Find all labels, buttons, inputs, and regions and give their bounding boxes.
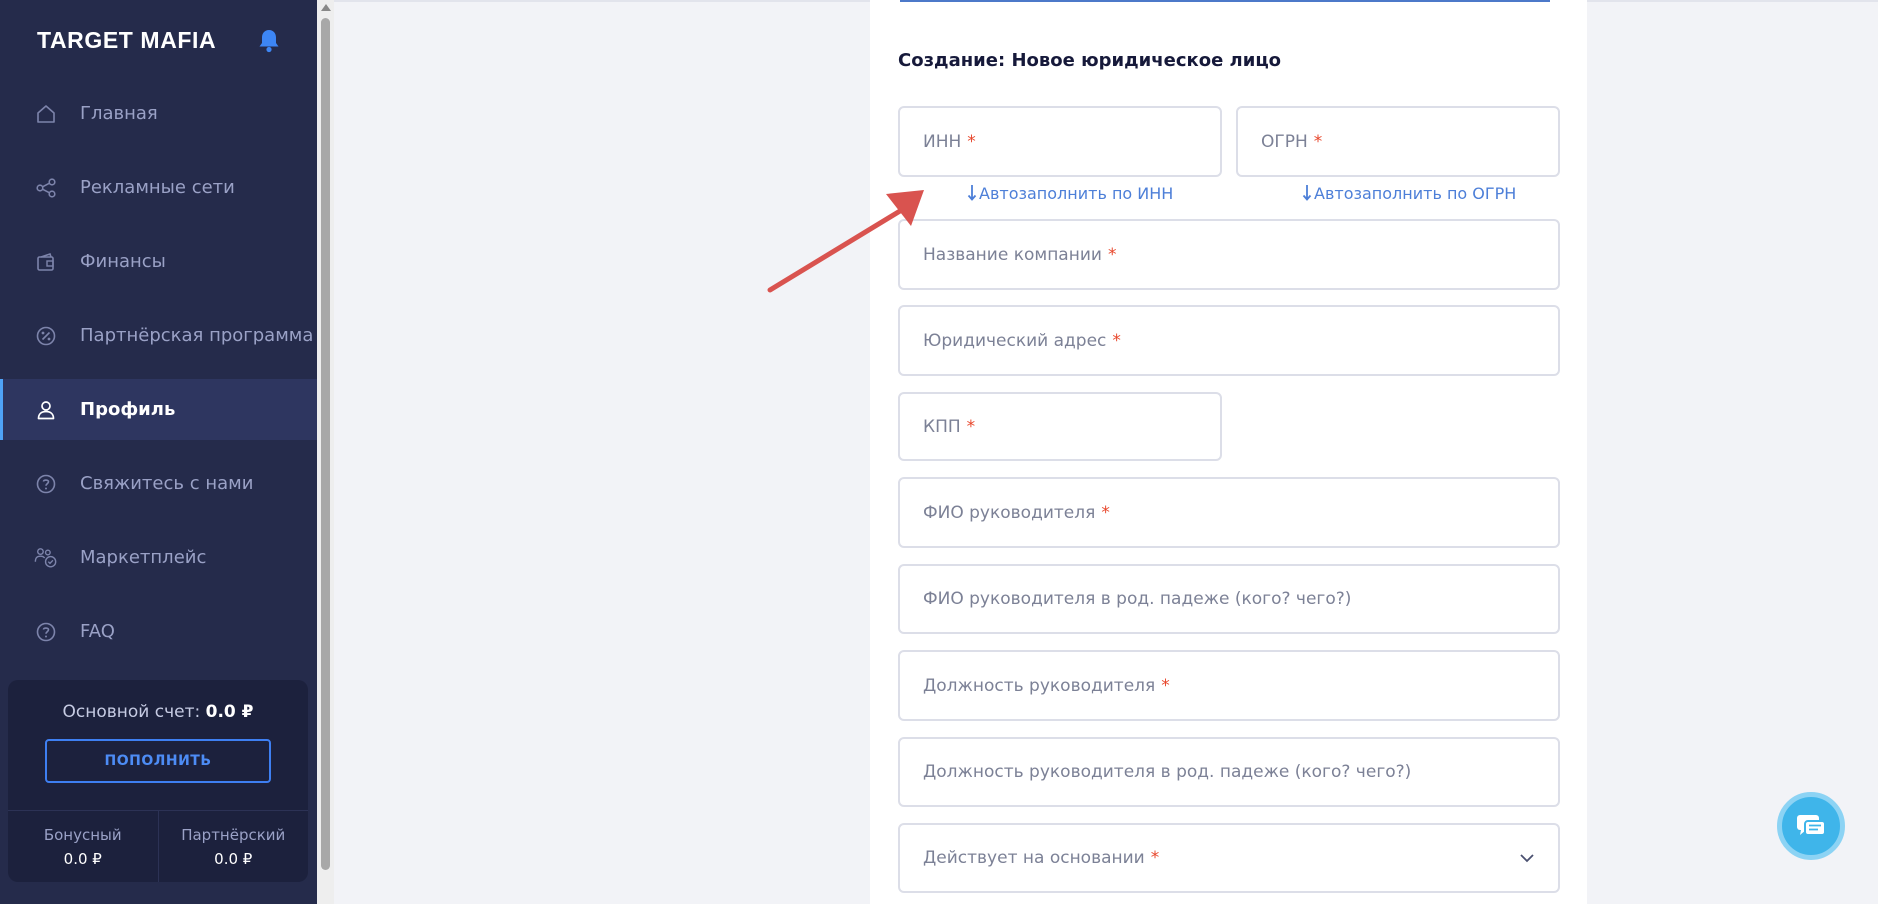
scrollbar[interactable] (317, 0, 334, 904)
chat-button[interactable] (1777, 792, 1845, 860)
sidebar-item-label: Главная (80, 103, 158, 124)
legal-address-field[interactable]: Юридический адрес * (898, 305, 1560, 376)
required-mark: * (1150, 848, 1160, 868)
home-icon (34, 102, 58, 126)
acts-on-basis-placeholder: Действует на основании (923, 848, 1145, 868)
sidebar-item-faq[interactable]: FAQ (0, 601, 317, 662)
autofill-by-ogrn-link[interactable]: Автозаполнить по ОГРН (1302, 184, 1516, 203)
autofill-by-inn-label: Автозаполнить по ИНН (979, 184, 1174, 203)
sidebar-nav: Главная Рекламные сети Финансы Партнёрск… (0, 83, 317, 675)
director-name-genitive-field[interactable]: ФИО руководителя в род. падеже (кого? че… (898, 564, 1560, 634)
director-position-placeholder: Должность руководителя (923, 675, 1156, 696)
arrow-down-icon (967, 185, 977, 201)
required-mark: * (1313, 131, 1323, 152)
sidebar-item-home[interactable]: Главная (0, 83, 317, 144)
percent-icon (34, 324, 58, 348)
sidebar: TARGET MAFIA Главная Рекламные сети Фина… (0, 0, 317, 904)
sidebar-item-label: Профиль (80, 399, 176, 420)
sidebar-item-partner-program[interactable]: Партнёрская программа (0, 305, 317, 366)
inn-placeholder: ИНН (923, 131, 962, 152)
sidebar-item-label: Финансы (80, 251, 166, 272)
required-mark: * (1112, 330, 1121, 351)
user-icon (34, 398, 58, 422)
sidebar-item-finance[interactable]: Финансы (0, 231, 317, 292)
director-position-field[interactable]: Должность руководителя * (898, 650, 1560, 721)
scroll-up-arrow-icon[interactable] (321, 4, 331, 11)
main-balance-label: Основной счет: (62, 702, 201, 722)
kpp-placeholder: КПП (923, 416, 961, 437)
faq-icon (34, 620, 58, 644)
autofill-by-inn-link[interactable]: Автозаполнить по ИНН (967, 184, 1173, 203)
card-top-accent (900, 0, 1550, 2)
partner-balance-label: Партнёрский (181, 826, 286, 844)
director-position-genitive-field[interactable]: Должность руководителя в род. падеже (ко… (898, 737, 1560, 807)
bonus-balance-value: 0.0 ₽ (63, 850, 102, 868)
ogrn-placeholder: ОГРН (1261, 131, 1308, 152)
form-title: Создание: Новое юридическое лицо (898, 50, 1282, 71)
sidebar-item-label: Партнёрская программа (80, 325, 314, 346)
acts-on-basis-select[interactable]: Действует на основании * (898, 823, 1560, 893)
partner-balance: Партнёрский 0.0 ₽ (157, 811, 309, 882)
ogrn-field[interactable]: ОГРН * (1236, 106, 1560, 177)
director-position-genitive-placeholder: Должность руководителя в род. падеже (ко… (923, 762, 1412, 782)
director-name-field[interactable]: ФИО руководителя * (898, 477, 1560, 548)
secondary-balances: Бонусный 0.0 ₽ Партнёрский 0.0 ₽ (8, 810, 308, 882)
chevron-down-icon[interactable] (1518, 849, 1536, 867)
legal-address-placeholder: Юридический адрес (923, 330, 1107, 351)
sidebar-item-label: FAQ (80, 621, 115, 642)
required-mark: * (1161, 675, 1170, 696)
sidebar-item-label: Маркетплейс (80, 547, 207, 568)
required-mark: * (967, 131, 976, 152)
required-mark: * (1107, 244, 1117, 265)
share-icon (34, 176, 58, 200)
legal-entity-form-card: Создание: Новое юридическое лицо ИНН * О… (870, 0, 1587, 904)
scrollbar-thumb[interactable] (321, 18, 330, 870)
required-mark: * (1101, 502, 1110, 523)
users-check-icon (34, 546, 58, 570)
topup-button[interactable]: ПОПОЛНИТЬ (45, 739, 271, 783)
required-mark: * (966, 416, 976, 437)
director-name-genitive-placeholder: ФИО руководителя в род. падеже (кого? че… (923, 589, 1352, 609)
bonus-balance: Бонусный 0.0 ₽ (8, 811, 158, 882)
help-icon (34, 472, 58, 496)
sidebar-item-profile[interactable]: Профиль (0, 379, 317, 440)
chat-icon (1797, 815, 1826, 836)
sidebar-item-ad-networks[interactable]: Рекламные сети (0, 157, 317, 218)
account-balance-panel: Основной счет: 0.0 ₽ ПОПОЛНИТЬ Бонусный … (8, 680, 308, 882)
partner-balance-value: 0.0 ₽ (214, 850, 253, 868)
main-balance: Основной счет: 0.0 ₽ (8, 702, 308, 722)
director-name-placeholder: ФИО руководителя (923, 502, 1096, 523)
bell-icon[interactable] (257, 28, 281, 54)
inn-field[interactable]: ИНН * (898, 106, 1222, 177)
sidebar-item-label: Свяжитесь с нами (80, 473, 254, 494)
sidebar-item-label: Рекламные сети (80, 177, 235, 198)
sidebar-item-contact[interactable]: Свяжитесь с нами (0, 453, 317, 514)
company-name-field[interactable]: Название компании * (898, 219, 1560, 290)
brand-logo[interactable]: TARGET MAFIA (37, 27, 216, 54)
sidebar-item-marketplace[interactable]: Маркетплейс (0, 527, 317, 588)
autofill-by-ogrn-label: Автозаполнить по ОГРН (1314, 184, 1517, 203)
wallet-icon (34, 250, 58, 274)
arrow-down-icon (1302, 185, 1312, 201)
annotation-arrow-icon (767, 190, 924, 293)
company-name-placeholder: Название компании (923, 244, 1102, 265)
main-balance-value: 0.0 ₽ (205, 702, 254, 722)
kpp-field[interactable]: КПП * (898, 392, 1222, 461)
bonus-balance-label: Бонусный (43, 826, 122, 844)
